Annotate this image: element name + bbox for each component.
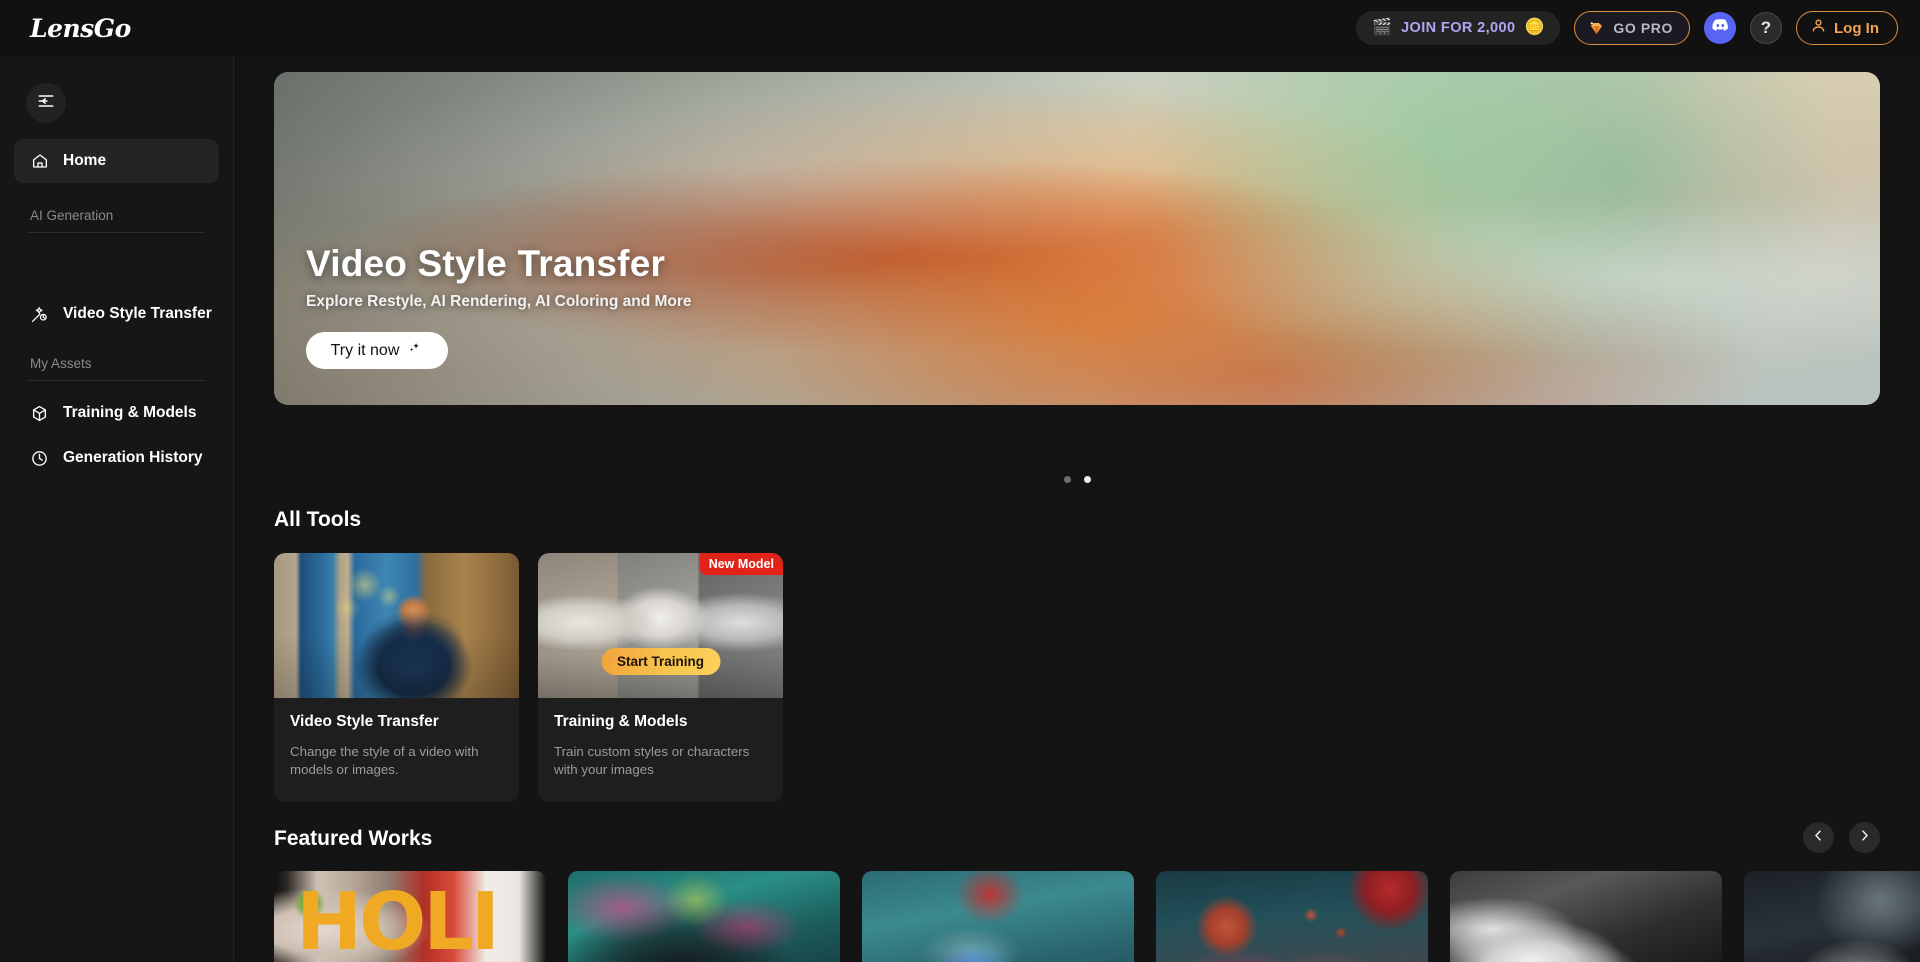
all-tools-card-list: Video Style Transfer Change the style of… bbox=[274, 553, 783, 802]
header-actions: 🎬 JOIN FOR 2,000 🪙 GO PRO ? Log In bbox=[1356, 11, 1898, 45]
clapperboard-icon: 🎬 bbox=[1372, 19, 1393, 36]
featured-work-item[interactable] bbox=[274, 871, 546, 962]
all-tools-title: All Tools bbox=[274, 508, 362, 531]
collapse-sidebar-icon bbox=[36, 91, 56, 116]
gem-icon bbox=[1587, 19, 1606, 38]
featured-work-item[interactable] bbox=[1450, 871, 1722, 962]
tool-card-thumbnail: New Model Start Training bbox=[538, 553, 783, 698]
featured-next-button[interactable] bbox=[1849, 822, 1880, 853]
join-badge-label: JOIN FOR 2,000 bbox=[1401, 20, 1516, 36]
tool-card-body: Training & Models Train custom styles or… bbox=[538, 698, 783, 780]
chevron-left-icon bbox=[1811, 828, 1826, 848]
hero-subtitle: Explore Restyle, AI Rendering, AI Colori… bbox=[306, 293, 692, 310]
clock-icon bbox=[30, 449, 49, 468]
user-icon bbox=[1810, 17, 1827, 39]
featured-works-carousel[interactable] bbox=[274, 871, 1920, 962]
van-gogh-painter-thumbnail bbox=[274, 553, 519, 698]
magic-wand-icon bbox=[30, 305, 49, 324]
sparkle-icon bbox=[404, 339, 423, 363]
sidebar-item-generation-history[interactable]: Generation History bbox=[14, 436, 219, 480]
help-button[interactable]: ? bbox=[1750, 12, 1782, 44]
home-icon bbox=[30, 152, 49, 171]
hero-carousel-dots bbox=[234, 476, 1920, 483]
hero-cta-label: Try it now bbox=[330, 341, 400, 359]
left-sidebar: Home AI Generation Video Style Transfer … bbox=[0, 56, 234, 962]
hero-dot-1[interactable] bbox=[1063, 476, 1071, 483]
sidebar-section-my-assets: My Assets bbox=[30, 356, 92, 371]
tool-card-training-and-models[interactable]: New Model Start Training Training & Mode… bbox=[538, 553, 783, 802]
new-model-badge: New Model bbox=[699, 553, 783, 575]
tool-card-title: Training & Models bbox=[554, 713, 688, 730]
log-in-label: Log In bbox=[1834, 19, 1879, 37]
sidebar-item-training-and-models[interactable]: Training & Models bbox=[14, 391, 219, 435]
sidebar-item-video-style-transfer-label: Video Style Transfer bbox=[63, 305, 212, 322]
hero-banner[interactable]: Video Style Transfer Explore Restyle, AI… bbox=[274, 72, 1880, 405]
featured-works-title: Featured Works bbox=[274, 827, 433, 850]
featured-work-item[interactable] bbox=[1156, 871, 1428, 962]
chevron-right-icon bbox=[1857, 828, 1872, 848]
sidebar-item-training-and-models-label: Training & Models bbox=[63, 404, 197, 421]
hero-title: Video Style Transfer bbox=[306, 243, 666, 284]
hero-content: Video Style Transfer Explore Restyle, AI… bbox=[306, 243, 692, 369]
tool-card-title: Video Style Transfer bbox=[290, 713, 439, 730]
tool-card-thumbnail bbox=[274, 553, 519, 698]
main-content: Video Style Transfer Explore Restyle, AI… bbox=[234, 56, 1920, 962]
question-mark-icon: ? bbox=[1760, 18, 1772, 37]
log-in-button[interactable]: Log In bbox=[1796, 11, 1898, 45]
sidebar-section-ai-generation: AI Generation bbox=[30, 208, 114, 223]
go-pro-button[interactable]: GO PRO bbox=[1574, 11, 1690, 45]
sidebar-item-home[interactable]: Home bbox=[14, 139, 219, 183]
discord-icon bbox=[1711, 16, 1730, 40]
featured-work-item[interactable] bbox=[862, 871, 1134, 962]
top-header: LensGo 🎬 JOIN FOR 2,000 🪙 GO PRO ? Log I… bbox=[0, 0, 1920, 56]
coin-icon: 🪙 bbox=[1524, 19, 1545, 36]
sidebar-divider-2 bbox=[28, 380, 205, 381]
hero-try-it-now-button[interactable]: Try it now bbox=[306, 332, 448, 369]
hero-dot-2[interactable] bbox=[1083, 476, 1091, 483]
sidebar-divider-1 bbox=[28, 232, 205, 233]
tool-card-description: Train custom styles or characters with y… bbox=[554, 744, 750, 778]
featured-prev-button[interactable] bbox=[1803, 822, 1834, 853]
featured-work-item[interactable] bbox=[1744, 871, 1920, 962]
sidebar-item-generation-history-label: Generation History bbox=[63, 449, 203, 466]
join-for-credits-button[interactable]: 🎬 JOIN FOR 2,000 🪙 bbox=[1356, 11, 1561, 45]
tool-card-description: Change the style of a video with models … bbox=[290, 744, 479, 778]
featured-work-item[interactable] bbox=[568, 871, 840, 962]
tool-card-body: Video Style Transfer Change the style of… bbox=[274, 698, 519, 780]
go-pro-label: GO PRO bbox=[1613, 20, 1673, 36]
discord-link[interactable] bbox=[1704, 12, 1736, 44]
featured-carousel-nav bbox=[1803, 822, 1880, 853]
sidebar-item-home-label: Home bbox=[63, 152, 107, 169]
app-logo[interactable]: LensGo bbox=[30, 14, 131, 43]
cube-icon bbox=[30, 404, 49, 423]
start-training-button[interactable]: Start Training bbox=[600, 648, 721, 675]
sidebar-item-video-style-transfer[interactable]: Video Style Transfer bbox=[14, 292, 219, 336]
tool-card-video-style-transfer[interactable]: Video Style Transfer Change the style of… bbox=[274, 553, 519, 802]
collapse-sidebar-button[interactable] bbox=[26, 83, 66, 123]
